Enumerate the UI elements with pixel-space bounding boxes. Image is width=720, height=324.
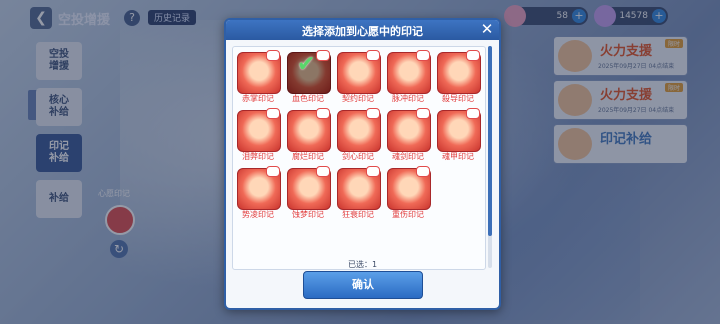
confirm-button[interactable]: 确认 [303,271,423,299]
mark-item[interactable]: 魂剑印记 [385,108,431,162]
mark-badge-icon [416,108,430,119]
mark-item[interactable]: 赤掌印记 [235,50,281,104]
dialog-title: 选择添加到心愿中的印记 [302,25,423,38]
mark-badge-icon [316,108,330,119]
mark-badge-icon [366,50,380,61]
close-icon: ✕ [480,20,494,38]
mark-grid: 赤掌印记 血色印记 ✔ 契约印记 脉冲印记 殺导印记泪弊印记 腐烂印记 剑心印记 魂剑印记 魂甲印… [232,46,486,270]
mark-badge-icon [316,50,330,61]
mark-name: 剑心印记 [342,152,374,161]
mark-name: 重伤印记 [392,210,424,219]
mark-badge-icon [266,108,280,119]
mark-badge-icon [316,166,330,177]
dialog-header: 选择添加到心愿中的印记 ✕ [226,20,499,40]
mark-item[interactable]: 腐烂印记 [285,108,331,162]
mark-name: 势凌印记 [242,210,274,219]
mark-badge-icon [366,166,380,177]
mark-name: 腐烂印记 [292,152,324,161]
mark-item[interactable]: 血色印记 ✔ [285,50,331,104]
mark-item[interactable]: 势凌印记 [235,166,281,220]
mark-name: 魂甲印记 [442,152,474,161]
mark-item[interactable]: 契约印记 [335,50,381,104]
mark-item[interactable]: 殺导印记 [435,50,481,104]
mark-badge-icon [416,166,430,177]
mark-item[interactable]: 蚀梦印记 [285,166,331,220]
mark-item[interactable]: 泪弊印记 [235,108,281,162]
close-button[interactable]: ✕ [479,21,495,37]
scrollbar[interactable] [488,46,492,268]
mark-name: 泪弊印记 [242,152,274,161]
mark-name: 蚀梦印记 [292,210,324,219]
mark-name: 脉冲印记 [392,94,424,103]
mark-item[interactable]: 狂衰印记 [335,166,381,220]
mark-name: 契约印记 [342,94,374,103]
mark-badge-icon [466,50,480,61]
mark-badge-icon [416,50,430,61]
mark-badge-icon [366,108,380,119]
mark-item[interactable]: 魂甲印记 [435,108,481,162]
mark-badge-icon [466,108,480,119]
mark-name: 殺导印记 [442,94,474,103]
mark-name: 赤掌印记 [242,94,274,103]
mark-select-dialog: 选择添加到心愿中的印记 ✕ 赤掌印记 血色印记 ✔ 契约印记 脉冲印记 殺导印记泪弊印记 腐… [224,18,501,310]
mark-name: 魂剑印记 [392,152,424,161]
checkmark-icon: ✔ [297,52,316,77]
scrollbar-thumb[interactable] [488,46,492,236]
mark-badge-icon [266,50,280,61]
mark-badge-icon [266,166,280,177]
selected-count: 已选：1 [347,260,378,269]
mark-name: 血色印记 [292,94,324,103]
mark-item[interactable]: 脉冲印记 [385,50,431,104]
mark-item[interactable]: 剑心印记 [335,108,381,162]
mark-item[interactable]: 重伤印记 [385,166,431,220]
mark-name: 狂衰印记 [342,210,374,219]
